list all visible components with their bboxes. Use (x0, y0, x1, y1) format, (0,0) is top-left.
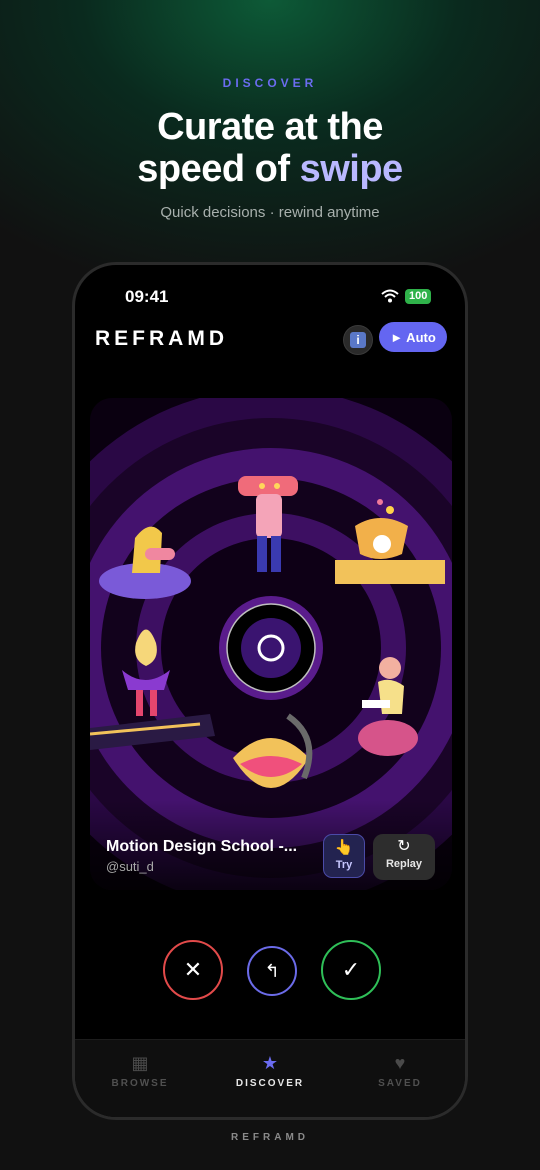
hero-headline: Curate at the speed of swipe (0, 106, 540, 190)
tab-saved[interactable]: ♥ SAVED (335, 1052, 465, 1089)
replay-label: Replay (385, 858, 423, 870)
accept-button[interactable]: ✓ (321, 940, 381, 1000)
footer-brand: REFRAMD (231, 1132, 309, 1143)
grid-icon: ▦ (131, 1053, 149, 1073)
tab-discover[interactable]: ★ DISCOVER (205, 1052, 335, 1089)
app-brand: REFRAMD (95, 327, 228, 350)
status-time: 09:41 (125, 287, 169, 306)
card-title: Motion Design School -... (106, 838, 298, 855)
close-icon: ✕ (183, 957, 203, 982)
phone-frame: 09:41 100 REFRAMD i ► Auto Motion Design… (72, 262, 468, 1120)
tab-label-browse: BROWSE (111, 1078, 169, 1089)
replay-icon: ↻ (397, 838, 411, 855)
try-button[interactable]: 👆 Try (323, 834, 365, 878)
undo-button[interactable]: ↰ (247, 946, 297, 996)
heart-icon: ♥ (394, 1053, 406, 1073)
tab-browse[interactable]: ▦ BROWSE (75, 1052, 205, 1089)
tab-label-discover: DISCOVER (235, 1078, 305, 1089)
tab-label-saved: SAVED (378, 1078, 422, 1089)
replay-button[interactable]: ↻ Replay (373, 834, 435, 880)
section-eyebrow: DISCOVER (222, 76, 318, 90)
headline-highlight: swipe (299, 148, 404, 190)
card-author[interactable]: @suti_d (106, 859, 154, 874)
checkmark-icon: ✓ (341, 957, 361, 982)
swipe-card[interactable]: Motion Design School -... @suti_d 👆 Try … (90, 398, 452, 890)
auto-play-button[interactable]: ► Auto (379, 322, 447, 352)
pointing-hand-icon: 👆 (334, 839, 354, 856)
undo-icon: ↰ (264, 960, 280, 981)
star-icon: ★ (261, 1053, 279, 1073)
headline-line-1: Curate at the (157, 106, 383, 148)
wifi-icon (381, 289, 399, 308)
hero-subline: Quick decisions · rewind anytime (160, 204, 380, 221)
try-label: Try (335, 859, 353, 871)
info-icon: i (350, 332, 366, 348)
info-button[interactable]: i (343, 325, 373, 355)
tab-bar: ▦ BROWSE ★ DISCOVER ♥ SAVED (75, 1039, 465, 1117)
headline-line-2: speed of (137, 148, 300, 190)
battery-indicator: 100 (405, 289, 432, 304)
reject-button[interactable]: ✕ (163, 940, 223, 1000)
